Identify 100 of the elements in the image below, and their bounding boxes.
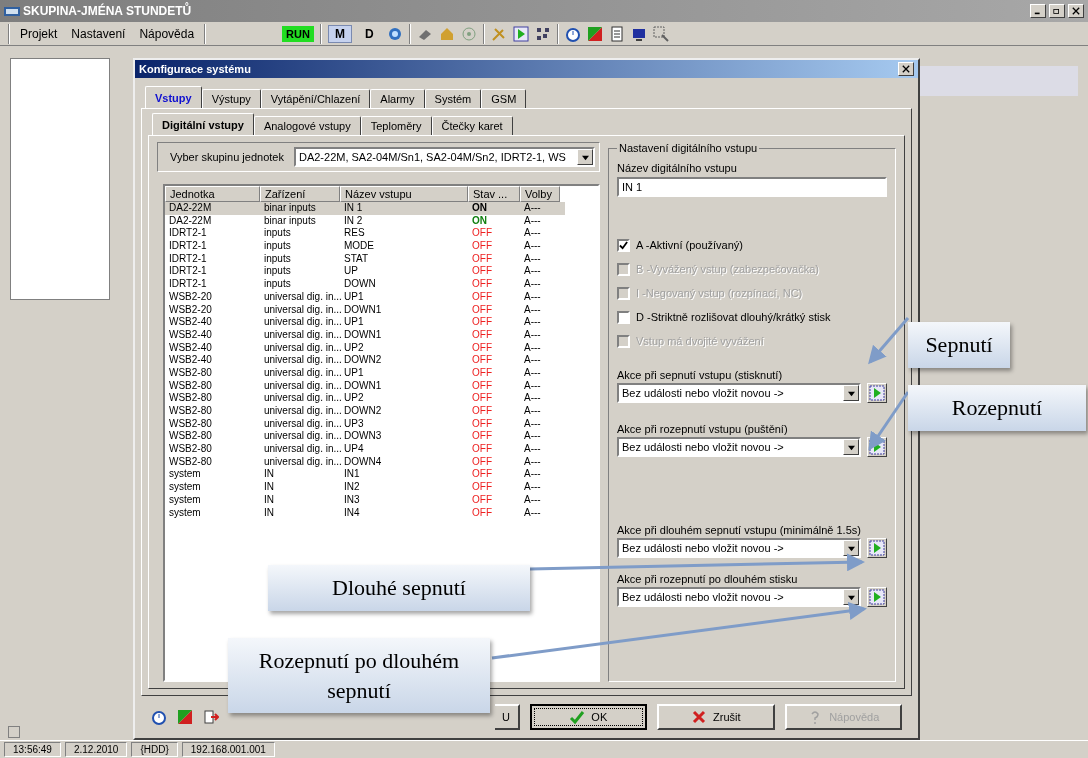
table-cell-text: A--- [523,252,542,266]
dialog-button[interactable]: U [494,704,520,730]
table-row[interactable]: IDRT2-1 inputs RES OFF A--- [165,227,565,241]
table-row[interactable]: WSB2-80 universal dig. in... DOWN2 OFF A--- [165,405,565,418]
action-dropdown[interactable]: Bez události nebo vložit novou -> [617,437,861,457]
table-row[interactable]: IDRT2-1 inputs MODE OFF A--- [165,240,565,253]
table-row[interactable]: WSB2-80 universal dig. in... UP1 OFF A--- [165,366,565,380]
table-cell-text: system [168,468,202,482]
mode-button[interactable]: D [357,24,381,43]
table-row[interactable]: WSB2-80 universal dig. in... UP2 OFF A--- [165,392,565,405]
menu-item[interactable]: Nastavení [67,26,130,41]
callout-label: Rozepnutí [908,385,1086,431]
table-row[interactable]: system IN IN1 OFF A--- [165,468,565,482]
tab[interactable]: Alarmy [370,89,425,108]
table-row[interactable]: DA2-22M binar inputs IN 1 ON A--- [165,202,565,215]
tab[interactable]: Výstupy [201,89,261,108]
tab[interactable]: Digitální vstupy [152,113,254,135]
table-row[interactable]: DA2-22M binar inputs IN 2 ON A--- [165,214,565,228]
table-cell-text: binar inputs [263,202,317,215]
close-button[interactable] [1068,4,1084,18]
table-cell-text: A--- [523,341,542,355]
add-event-button[interactable] [867,587,887,607]
table-cell-text: inputs [263,252,292,266]
action-dropdown[interactable]: Bez události nebo vložit novou -> [617,383,861,403]
table-cell-text: system [168,493,202,507]
grid-icon[interactable] [534,25,551,42]
table-row[interactable]: WSB2-20 universal dig. in... DOWN1 OFF A--- [165,303,565,317]
chart-icon[interactable] [586,25,603,42]
table-row[interactable]: system IN IN2 OFF A--- [165,481,565,494]
dropdown-button[interactable] [843,439,859,455]
stopwatch-icon[interactable] [151,709,167,725]
table-cell-text: inputs [263,278,292,291]
dropdown-button[interactable] [843,385,859,401]
tab[interactable]: Čtečky karet [431,116,513,135]
action-dropdown[interactable]: Bez události nebo vložit novou -> [617,587,861,607]
table-row[interactable]: WSB2-40 universal dig. in... DOWN1 OFF A--- [165,328,565,342]
dropdown-button[interactable] [843,540,859,556]
table-row[interactable]: WSB2-80 universal dig. in... DOWN3 OFF A--- [165,430,565,444]
table-cell-text: A--- [523,202,542,215]
table-row[interactable]: WSB2-20 universal dig. in... UP1 OFF A--- [165,290,565,304]
mode-button[interactable]: M [327,24,352,43]
table-cell-text: A--- [523,455,542,469]
table-row[interactable]: IDRT2-1 inputs UP OFF A--- [165,265,565,279]
export-icon[interactable] [203,709,219,725]
group-dropdown[interactable]: DA2-22M, SA2-04M/Sn1, SA2-04M/Sn2, IDRT2-1, WS [293,147,595,167]
table-row[interactable]: system IN IN4 OFF A--- [165,506,565,520]
chart-icon[interactable] [177,709,193,725]
column-header[interactable]: Zařízení [260,186,340,202]
tab[interactable]: Vstupy [145,86,202,108]
table-row[interactable]: IDRT2-1 inputs STAT OFF A--- [165,252,565,266]
table-row[interactable]: IDRT2-1 inputs DOWN OFF A--- [165,278,565,291]
caret-icon [847,389,855,397]
tab[interactable]: Analogové vstupy [253,116,361,135]
maximize-button[interactable] [1049,4,1065,18]
run-button[interactable]: RUN [282,25,314,42]
dropdown-button[interactable] [843,589,859,605]
play-list-icon [869,385,885,401]
ok-button[interactable]: OK [529,704,648,730]
table-row[interactable]: WSB2-40 universal dig. in... UP2 OFF A--- [165,341,565,355]
add-event-button[interactable] [867,383,887,403]
cancel-button[interactable]: Zrušit [657,704,775,730]
table-row[interactable]: system IN IN3 OFF A--- [165,493,565,507]
minimize-button[interactable] [1030,4,1046,18]
callout-label: Sepnutí [908,322,1010,368]
menu-item[interactable]: Nápověda [135,26,199,41]
tab[interactable]: GSM [481,89,527,108]
field-label: Akce při sepnutí vstupu (stisknutí) [617,369,784,381]
tab[interactable]: Vytápění/Chlazení [260,89,371,108]
select-icon[interactable] [652,25,669,42]
table-row[interactable]: WSB2-40 universal dig. in... DOWN2 OFF A--- [165,354,565,367]
state-cell-text: OFF [471,328,493,342]
column-header[interactable]: Volby [520,186,560,202]
tab[interactable]: Systém [424,89,482,108]
close-icon [691,709,708,725]
dropdown-button[interactable] [577,149,593,165]
add-event-button[interactable] [867,538,887,558]
column-header[interactable]: Název vstupu [340,186,468,202]
name-input[interactable]: IN 1 [617,177,887,197]
state-cell-text: OFF [471,316,493,329]
close-button[interactable] [898,62,914,76]
table-row[interactable]: WSB2-80 universal dig. in... DOWN4 OFF A--- [165,455,565,469]
column-header[interactable]: Jednotka [165,186,260,202]
table-row[interactable]: WSB2-80 universal dig. in... DOWN1 OFF A--- [165,379,565,393]
table-cell-text: A--- [523,265,542,279]
table-cell-text: IN2 [343,481,361,494]
action-dropdown[interactable]: Bez události nebo vložit novou -> [617,538,861,558]
window-title: SKUPINA-JMÉNA STUNDETŮ [23,4,193,18]
table-cell-text: DA2-22M [168,214,213,228]
stopwatch-icon[interactable] [564,25,581,42]
checkbox[interactable] [617,238,630,252]
table-row[interactable]: WSB2-40 universal dig. in... UP1 OFF A--- [165,316,565,329]
table-row[interactable]: WSB2-80 universal dig. in... UP3 OFF A--- [165,417,565,431]
menu-item[interactable]: Projekt [16,26,62,41]
state-cell-text: OFF [471,430,493,444]
tab[interactable]: Teploměry [360,116,432,135]
play-list-icon[interactable] [512,25,529,42]
table-row[interactable]: WSB2-80 universal dig. in... UP4 OFF A--- [165,443,565,456]
column-header[interactable]: Stav ... [468,186,520,202]
document-icon[interactable] [608,25,625,42]
checkbox[interactable] [617,310,630,324]
